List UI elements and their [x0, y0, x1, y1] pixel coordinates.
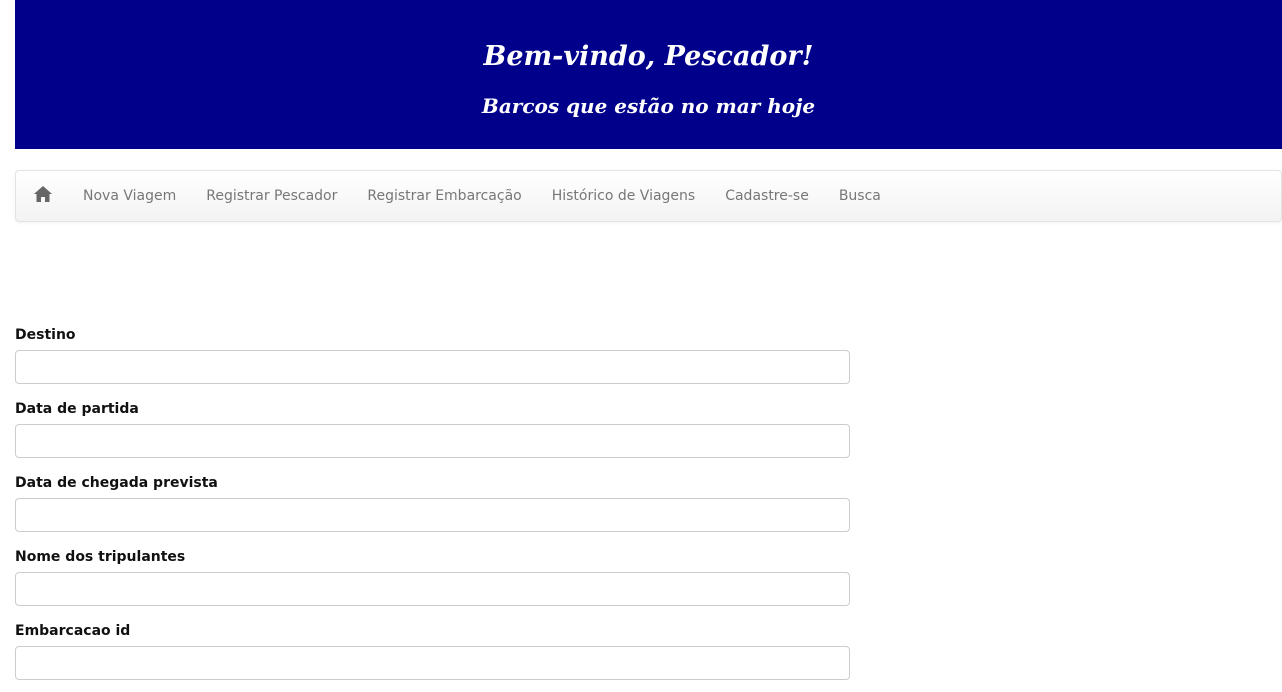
- data-chegada-field-group: Data de chegada prevista: [15, 470, 850, 544]
- nav-registrar-pescador[interactable]: Registrar Pescador: [191, 171, 352, 221]
- nav-cadastre-se[interactable]: Cadastre-se: [710, 171, 824, 221]
- data-partida-label: Data de partida: [15, 401, 139, 417]
- embarcacao-id-field-group: Embarcacao id: [15, 618, 850, 692]
- embarcacao-id-input[interactable]: [15, 646, 850, 680]
- data-chegada-label: Data de chegada prevista: [15, 475, 218, 491]
- tripulantes-input[interactable]: [15, 572, 850, 606]
- nav-historico-viagens[interactable]: Histórico de Viagens: [537, 171, 710, 221]
- destino-input[interactable]: [15, 350, 850, 384]
- nav-registrar-embarcacao[interactable]: Registrar Embarcação: [352, 171, 536, 221]
- destino-label: Destino: [15, 327, 76, 343]
- destino-field-group: Destino: [15, 322, 850, 396]
- trip-form: Destino Data de partida Data de chegada …: [15, 322, 850, 692]
- tripulantes-field-group: Nome dos tripulantes: [15, 544, 850, 618]
- tripulantes-label: Nome dos tripulantes: [15, 549, 186, 565]
- home-link[interactable]: [18, 171, 68, 221]
- embarcacao-id-label: Embarcacao id: [15, 623, 131, 639]
- page-header: Bem-vindo, Pescador! Barcos que estão no…: [15, 0, 1282, 149]
- home-icon: [33, 185, 53, 207]
- header-subtitle: Barcos que estão no mar hoje: [481, 94, 816, 118]
- nav-nova-viagem[interactable]: Nova Viagem: [68, 171, 191, 221]
- main-navbar: Nova Viagem Registrar Pescador Registrar…: [15, 170, 1282, 222]
- data-chegada-input[interactable]: [15, 498, 850, 532]
- nav-busca[interactable]: Busca: [824, 171, 896, 221]
- data-partida-input[interactable]: [15, 424, 850, 458]
- welcome-title: Bem-vindo, Pescador!: [483, 41, 814, 72]
- data-partida-field-group: Data de partida: [15, 396, 850, 470]
